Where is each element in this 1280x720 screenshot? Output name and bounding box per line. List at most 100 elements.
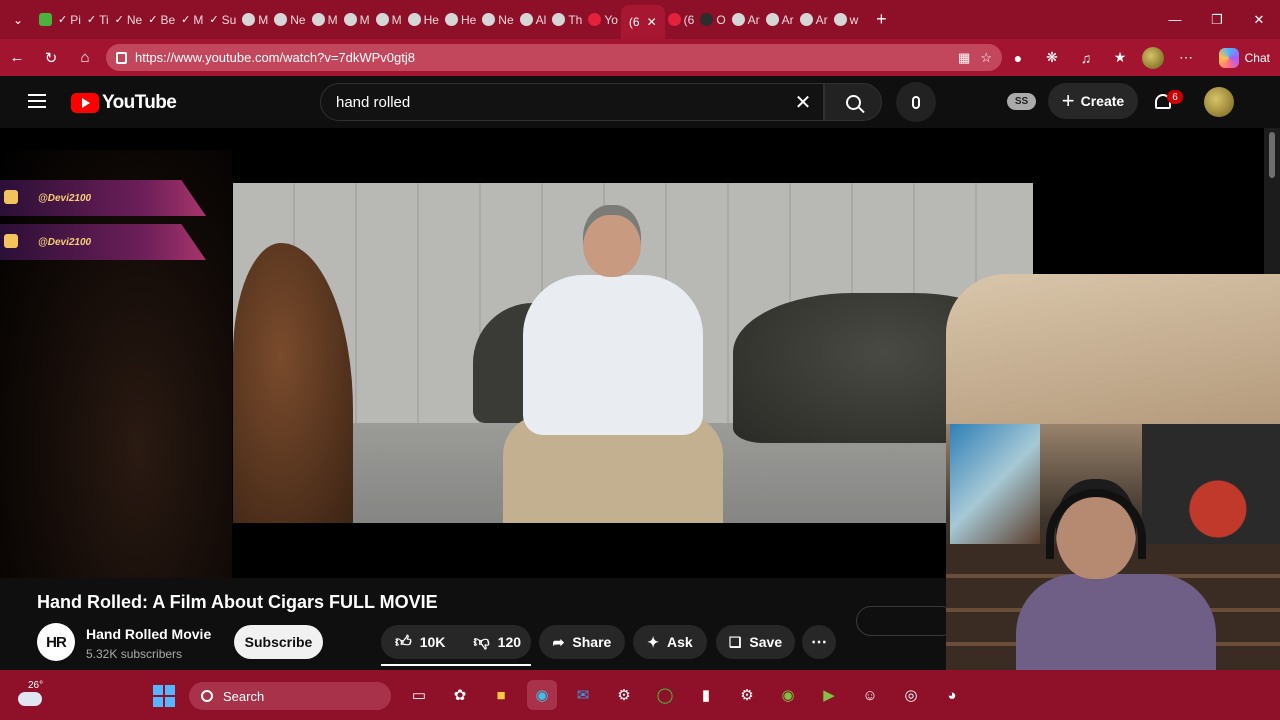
channel-name[interactable]: Hand Rolled Movie — [86, 626, 211, 642]
puzzle-extensions-icon[interactable]: ❋ — [1040, 49, 1064, 66]
browser-tab[interactable]: (6 — [665, 6, 698, 34]
browser-tab[interactable]: M — [341, 6, 373, 34]
browser-tab[interactable]: M — [239, 6, 271, 34]
create-button[interactable]: + Create — [1048, 83, 1138, 119]
browser-tab[interactable]: O — [697, 6, 728, 34]
browser-tab[interactable]: He — [442, 6, 479, 34]
outlook-icon[interactable]: ✉ — [568, 680, 598, 710]
youtube-logo[interactable]: YouTube — [71, 92, 177, 114]
browser-tab[interactable] — [36, 6, 55, 34]
refresh-icon[interactable]: ↻ — [34, 39, 68, 76]
browser-tab[interactable]: Yo — [585, 6, 621, 34]
nvidia-broadcast-icon[interactable]: ▶ — [814, 680, 844, 710]
channel-avatar[interactable]: HR — [37, 623, 75, 661]
tab-label: Ar — [815, 12, 828, 27]
browser-tab[interactable]: w — [831, 6, 862, 34]
tab-label: He — [423, 12, 439, 27]
youtube-icon — [588, 13, 602, 26]
browser-tab[interactable]: Ar — [797, 6, 831, 34]
favorites-icon[interactable]: ★ — [1108, 49, 1132, 66]
discord-icon[interactable]: ☺ — [855, 680, 885, 710]
steam-icon[interactable]: ⚙ — [732, 680, 762, 710]
copilot-chat-button[interactable]: Chat — [1218, 45, 1270, 70]
back-arrow-icon[interactable]: ← — [0, 39, 34, 76]
close-tab-icon[interactable]: ✕ — [647, 15, 657, 29]
side-panel-chip[interactable] — [856, 606, 956, 636]
obs-icon[interactable]: ◎ — [896, 680, 926, 710]
media-control-icon[interactable]: ♫ — [1074, 50, 1098, 66]
subscribe-button[interactable]: Subscribe — [234, 625, 323, 659]
settings-icon[interactable]: ⚙ — [609, 680, 639, 710]
scrollbar-thumb[interactable] — [1269, 132, 1275, 178]
minimize-icon[interactable]: — — [1154, 0, 1196, 39]
temperature: 26° — [28, 680, 44, 691]
browser-tab[interactable]: M — [309, 6, 341, 34]
browser-tab[interactable]: Ar — [763, 6, 797, 34]
browser-tab[interactable]: ✓ Ne — [112, 6, 146, 34]
ss-badge[interactable]: SS — [1007, 93, 1036, 110]
browser-tab[interactable]: Ne — [479, 6, 516, 34]
notifications-bell-icon[interactable]: 6 — [1152, 90, 1183, 114]
browser-tab[interactable]: ✓ Pi — [55, 6, 84, 34]
tab-label: M — [391, 12, 402, 27]
search-button[interactable] — [824, 83, 882, 121]
more-options-icon[interactable]: ⋯ — [1174, 49, 1198, 66]
clear-search-icon[interactable]: ✕ — [789, 88, 817, 116]
weather-widget[interactable]: 26° — [16, 680, 46, 710]
youtube-masthead: YouTube hand rolled ✕ SS + Create 6 — [0, 76, 1264, 128]
taskbar-search[interactable]: Search — [189, 682, 391, 710]
menu-icon[interactable] — [28, 94, 46, 108]
tab-label: M — [327, 12, 338, 27]
file-explorer-icon[interactable]: ■ — [486, 680, 516, 710]
maximize-icon[interactable]: ❐ — [1196, 0, 1238, 39]
taskbar-search-label: Search — [223, 688, 265, 704]
url-field[interactable]: https://www.youtube.com/watch?v=7dkWPv0g… — [106, 44, 1002, 71]
voice-search-button[interactable] — [896, 82, 936, 122]
dislike-button[interactable]: 👎︎ 120 — [459, 625, 535, 659]
browser-tab[interactable]: ✓ M — [178, 6, 206, 34]
tab-label: Th — [568, 12, 583, 27]
url-text[interactable]: https://www.youtube.com/watch?v=7dkWPv0g… — [135, 50, 415, 65]
ask-button[interactable]: ✦ Ask — [633, 625, 707, 659]
twitter-handle: @Devi2100 — [38, 192, 92, 204]
account-avatar[interactable] — [1204, 87, 1234, 117]
speedometer-icon[interactable]: ◕ — [937, 680, 967, 710]
browser-tab[interactable]: He — [405, 6, 442, 34]
home-icon[interactable]: ⌂ — [68, 39, 102, 76]
task-view-icon[interactable]: ▭ — [404, 680, 434, 710]
save-button[interactable]: ❏ Save — [716, 625, 795, 659]
app-available-icon[interactable]: ▦ — [958, 50, 970, 66]
browser-tab[interactable]: M — [373, 6, 405, 34]
browser-tab[interactable]: Ne — [271, 6, 308, 34]
copilot-icon[interactable]: ✿ — [445, 680, 475, 710]
windows-start-icon[interactable] — [153, 685, 175, 707]
a-icon — [765, 13, 779, 26]
a-icon — [731, 13, 745, 26]
profile-avatar[interactable] — [1142, 46, 1164, 69]
xbox-icon[interactable]: ◯ — [650, 680, 680, 710]
epic-games-icon[interactable]: ▮ — [691, 680, 721, 710]
browser-tab[interactable]: Al — [517, 6, 550, 34]
share-button[interactable]: ➦ Share — [539, 625, 625, 659]
more-actions-button[interactable]: ⋯ — [802, 625, 836, 659]
browser-tab[interactable]: ✓ Ti — [84, 6, 112, 34]
browser-tab[interactable]: Th — [549, 6, 585, 34]
like-button[interactable]: 👍︎ 10K — [381, 625, 459, 659]
browser-tab[interactable]: ✓ Su — [206, 6, 239, 34]
edge-icon[interactable]: ◉ — [527, 680, 557, 710]
video-frame[interactable] — [233, 183, 1033, 523]
favorite-star-icon[interactable]: ☆ — [980, 50, 992, 66]
youtube-wordmark: YouTube — [102, 92, 177, 113]
browser-tab-active[interactable]: (6 ✕ — [620, 5, 665, 39]
tab-actions-menu-icon[interactable]: ⌄ — [0, 0, 36, 39]
search-query-text[interactable]: hand rolled — [336, 94, 410, 111]
close-window-icon[interactable]: ✕ — [1238, 0, 1280, 39]
extension-icon[interactable]: ● — [1006, 50, 1030, 66]
check-icon: ✓ — [58, 14, 68, 26]
windows-taskbar: 26° Search ▭ ✿ ■ ◉ ✉ ⚙ ◯ ▮ ⚙ ◉ ▶ ☺ ◎ ◕ — [0, 670, 1280, 720]
browser-tab[interactable]: ✓ Be — [145, 6, 178, 34]
nvidia-icon[interactable]: ◉ — [773, 680, 803, 710]
search-input[interactable]: hand rolled ✕ — [320, 83, 824, 121]
browser-tab[interactable]: Ar — [729, 6, 763, 34]
new-tab-button[interactable]: + — [867, 9, 895, 30]
